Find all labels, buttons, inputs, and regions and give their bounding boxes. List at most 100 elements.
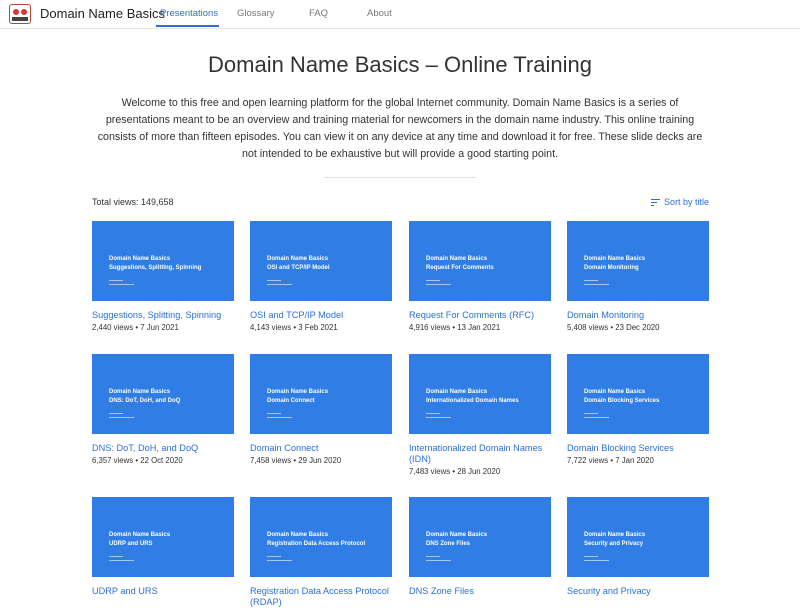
thumb-line	[109, 417, 134, 418]
thumb-line	[426, 284, 451, 285]
divider	[324, 177, 476, 178]
card-title-link[interactable]: Domain Blocking Services	[567, 443, 709, 454]
thumb-title: Domain Name Basics	[267, 389, 329, 395]
presentation-card[interactable]: Domain Name Basics Security and Privacy …	[567, 497, 709, 597]
thumb-line	[584, 417, 609, 418]
card-meta: 7,722 views • 7 Jan 2020	[567, 456, 654, 465]
thumb-title: Domain Name Basics	[426, 532, 488, 538]
thumb-subtitle: Request For Comments	[426, 265, 494, 271]
nav-faq[interactable]: FAQ	[309, 8, 328, 19]
page-title: Domain Name Basics – Online Training	[208, 52, 592, 77]
thumb-subtitle: Suggestions, Splitting, Spinning	[109, 265, 202, 271]
card-thumbnail[interactable]: Domain Name Basics DNS: DoT, DoH, and Do…	[92, 354, 234, 434]
thumb-line	[267, 284, 292, 285]
thumb-line	[267, 560, 292, 561]
thumb-title: Domain Name Basics	[426, 256, 488, 262]
presentation-card[interactable]: Domain Name Basics OSI and TCP/IP Model …	[250, 221, 392, 332]
thumb-line	[584, 284, 609, 285]
card-meta: 7,458 views • 29 Jun 2020	[250, 456, 342, 465]
nav-glossary[interactable]: Glossary	[237, 8, 274, 19]
thumb-line	[109, 560, 134, 561]
card-title-link[interactable]: OSI and TCP/IP Model	[250, 310, 392, 321]
thumb-line	[584, 280, 598, 281]
thumb-subtitle: DNS Zone Files	[426, 541, 471, 547]
thumb-title: Domain Name Basics	[426, 389, 488, 395]
nav-presentations[interactable]: Presentations	[160, 8, 218, 19]
card-meta: 4,916 views • 13 Jan 2021	[409, 323, 501, 332]
presentation-card[interactable]: Domain Name Basics Domain Connect Domain…	[250, 354, 392, 465]
card-thumbnail[interactable]: Domain Name Basics Domain Blocking Servi…	[567, 354, 709, 434]
card-thumbnail[interactable]: Domain Name Basics DNS Zone Files	[409, 497, 551, 577]
top-navbar: Domain Name Basics Presentations Glossar…	[0, 0, 800, 29]
card-thumbnail[interactable]: Domain Name Basics UDRP and URS	[92, 497, 234, 577]
card-title-link[interactable]: Suggestions, Splitting, Spinning	[92, 310, 234, 321]
card-meta: 7,483 views • 28 Jun 2020	[409, 467, 501, 476]
thumb-title: Domain Name Basics	[109, 532, 171, 538]
thumb-line	[109, 284, 134, 285]
card-thumbnail[interactable]: Domain Name Basics Suggestions, Splittin…	[92, 221, 234, 301]
card-title-link[interactable]: Request For Comments (RFC)	[409, 310, 551, 321]
active-tab-indicator	[156, 25, 219, 27]
thumb-subtitle: Domain Monitoring	[584, 265, 639, 271]
logo-icon[interactable]	[9, 4, 31, 24]
card-title-link[interactable]: Security and Privacy	[567, 586, 709, 597]
thumb-line	[109, 556, 123, 557]
thumb-subtitle: Domain Blocking Services	[584, 398, 660, 404]
thumb-line	[584, 556, 598, 557]
thumb-title: Domain Name Basics	[267, 532, 329, 538]
card-thumbnail[interactable]: Domain Name Basics Internationalized Dom…	[409, 354, 551, 434]
thumb-line	[109, 413, 123, 414]
sort-icon	[650, 197, 660, 208]
thumb-line	[426, 556, 440, 557]
presentation-card[interactable]: Domain Name Basics Domain Blocking Servi…	[567, 354, 709, 465]
presentation-card[interactable]: Domain Name Basics Suggestions, Splittin…	[92, 221, 234, 332]
nav-about[interactable]: About	[367, 8, 392, 19]
thumb-line	[267, 413, 281, 414]
card-meta: 4,143 views • 3 Feb 2021	[250, 323, 338, 332]
presentation-card[interactable]: Domain Name Basics DNS Zone Files DNS Zo…	[409, 497, 551, 597]
card-thumbnail[interactable]: Domain Name Basics Security and Privacy	[567, 497, 709, 577]
card-title-link[interactable]: Internationalized Domain Names (IDN)	[409, 443, 551, 465]
thumb-line	[267, 280, 281, 281]
thumb-title: Domain Name Basics	[109, 256, 171, 262]
brand-name[interactable]: Domain Name Basics	[40, 6, 165, 21]
thumb-subtitle: DNS: DoT, DoH, and DoQ	[109, 398, 181, 404]
sort-label: Sort by title	[663, 197, 709, 207]
thumb-title: Domain Name Basics	[267, 256, 329, 262]
thumb-title: Domain Name Basics	[584, 389, 646, 395]
thumb-subtitle: Domain Connect	[267, 398, 315, 404]
card-thumbnail[interactable]: Domain Name Basics Registration Data Acc…	[250, 497, 392, 577]
thumb-line	[584, 560, 609, 561]
thumb-subtitle: Internationalized Domain Names	[426, 398, 519, 404]
card-title-link[interactable]: Domain Monitoring	[567, 310, 709, 321]
thumb-subtitle: OSI and TCP/IP Model	[267, 265, 330, 271]
card-thumbnail[interactable]: Domain Name Basics Domain Connect	[250, 354, 392, 434]
card-meta: 2,440 views • 7 Jun 2021	[92, 323, 179, 332]
sort-button[interactable]: Sort by title	[650, 197, 709, 208]
thumb-title: Domain Name Basics	[109, 389, 171, 395]
total-views: Total views: 149,658	[92, 197, 174, 207]
card-title-link[interactable]: DNS Zone Files	[409, 586, 551, 597]
presentation-card[interactable]: Domain Name Basics DNS: DoT, DoH, and Do…	[92, 354, 234, 465]
presentation-card[interactable]: Domain Name Basics Registration Data Acc…	[250, 497, 392, 608]
card-title-link[interactable]: Registration Data Access Protocol (RDAP)	[250, 586, 392, 608]
card-title-link[interactable]: UDRP and URS	[92, 586, 234, 597]
card-title-link[interactable]: DNS: DoT, DoH, and DoQ	[92, 443, 234, 454]
thumb-subtitle: UDRP and URS	[109, 541, 153, 547]
card-thumbnail[interactable]: Domain Name Basics Domain Monitoring	[567, 221, 709, 301]
card-thumbnail[interactable]: Domain Name Basics OSI and TCP/IP Model	[250, 221, 392, 301]
presentation-card[interactable]: Domain Name Basics Domain Monitoring Dom…	[567, 221, 709, 332]
intro-text: Welcome to this free and open learning p…	[97, 97, 703, 160]
presentation-card[interactable]: Domain Name Basics UDRP and URS UDRP and…	[92, 497, 234, 597]
thumb-line	[426, 560, 451, 561]
thumb-subtitle: Registration Data Access Protocol	[267, 541, 366, 547]
thumb-line	[584, 413, 598, 414]
card-title-link[interactable]: Domain Connect	[250, 443, 392, 454]
card-thumbnail[interactable]: Domain Name Basics Request For Comments	[409, 221, 551, 301]
presentation-card[interactable]: Domain Name Basics Internationalized Dom…	[409, 354, 551, 476]
card-meta: 6,357 views • 22 Oct 2020	[92, 456, 183, 465]
thumb-line	[426, 413, 440, 414]
presentation-card[interactable]: Domain Name Basics Request For Comments …	[409, 221, 551, 332]
thumb-line	[426, 280, 440, 281]
thumb-line	[267, 556, 281, 557]
